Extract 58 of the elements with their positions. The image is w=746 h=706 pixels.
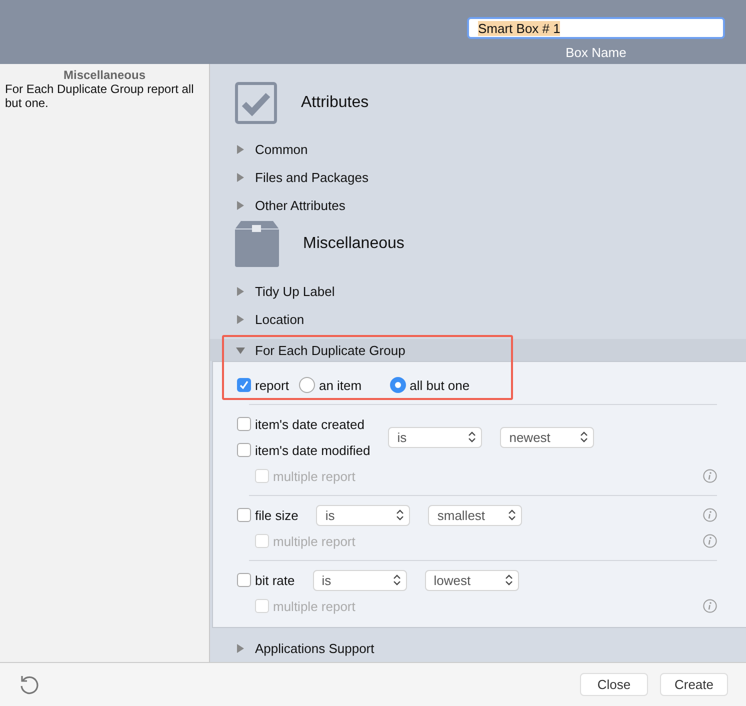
- stepper-icon[interactable]: [508, 509, 516, 522]
- checkbox-label: item's date modified: [255, 442, 370, 458]
- disclosure-triangle-icon[interactable]: [236, 644, 245, 653]
- checkbox-icon: [235, 82, 277, 124]
- section-title: Attributes: [301, 94, 369, 112]
- stepper-icon[interactable]: [392, 574, 401, 586]
- stepper-icon[interactable]: [468, 431, 476, 444]
- radio-button[interactable]: [390, 377, 406, 394]
- checkbox-label: report: [255, 378, 289, 393]
- summary-text: For Each Duplicate Group report all but one.: [5, 82, 195, 110]
- checkbox[interactable]: [237, 443, 251, 458]
- radio-label: all but one: [410, 378, 470, 393]
- operator-select[interactable]: is: [316, 504, 410, 526]
- disclosure-row[interactable]: Location: [210, 305, 746, 334]
- dialog-button[interactable]: Close: [580, 673, 648, 696]
- disclosure-row[interactable]: For Each Duplicate Group: [210, 339, 746, 362]
- value-select[interactable]: newest: [500, 426, 594, 448]
- value-select[interactable]: lowest: [424, 570, 519, 591]
- value-select[interactable]: smallest: [428, 504, 522, 526]
- box-icon: [235, 221, 279, 268]
- disclosure-row[interactable]: Applications Support: [210, 634, 746, 662]
- dialog-button[interactable]: Create: [660, 673, 728, 696]
- radio-label: an item: [318, 378, 362, 393]
- info-icon[interactable]: [703, 508, 717, 522]
- info-icon[interactable]: [703, 599, 717, 614]
- info-icon[interactable]: [703, 534, 717, 548]
- disclosure-triangle-icon[interactable]: [236, 201, 245, 210]
- operator-select[interactable]: is: [388, 426, 482, 448]
- checkbox-label: bit rate: [255, 572, 295, 588]
- stepper-icon[interactable]: [580, 431, 588, 444]
- disclosure-triangle-icon[interactable]: [236, 173, 245, 182]
- box-name-field[interactable]: Smart Box # 1: [467, 17, 725, 39]
- disclosure-row[interactable]: Files and Packages: [210, 164, 746, 192]
- disclosure-triangle-icon[interactable]: [236, 346, 245, 355]
- checkbox[interactable]: [237, 417, 251, 432]
- checkbox-label: multiple report: [273, 468, 356, 484]
- checkbox[interactable]: [237, 573, 251, 588]
- disclosure-row[interactable]: Other Attributes: [210, 192, 746, 220]
- checkbox-label: item's date created: [255, 416, 364, 432]
- summary-title: Miscellaneous: [62, 68, 147, 82]
- field-label: Box Name: [564, 45, 628, 60]
- checkbox-label: multiple report: [273, 598, 356, 614]
- section-title: Miscellaneous: [303, 235, 404, 254]
- checkbox-label: multiple report: [273, 534, 356, 549]
- stepper-icon[interactable]: [396, 509, 404, 522]
- disclosure-triangle-icon[interactable]: [236, 286, 245, 296]
- checkbox-label: file size: [255, 508, 298, 523]
- checkbox[interactable]: [237, 378, 251, 392]
- reset-icon[interactable]: [18, 674, 40, 696]
- disclosure-triangle-icon[interactable]: [236, 314, 245, 324]
- stepper-icon[interactable]: [504, 574, 513, 586]
- radio-button[interactable]: [298, 377, 315, 394]
- operator-select[interactable]: is: [312, 570, 407, 591]
- disclosure-row[interactable]: Tidy Up Label: [210, 277, 746, 306]
- disclosure-row[interactable]: Common: [210, 136, 746, 164]
- checkbox[interactable]: [237, 508, 251, 522]
- info-icon[interactable]: [703, 469, 717, 484]
- disclosure-triangle-icon[interactable]: [236, 145, 245, 154]
